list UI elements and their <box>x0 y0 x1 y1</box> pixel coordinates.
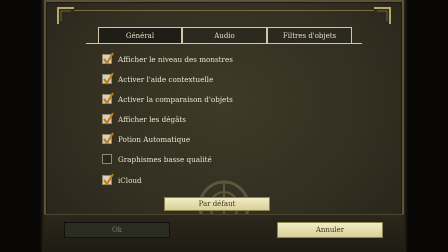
frame-top-line <box>74 10 374 11</box>
tab-label: Filtres d'objets <box>282 32 337 40</box>
option-label: iCloud <box>118 175 142 185</box>
option-show-damage[interactable]: Afficher les dégâts <box>102 112 186 126</box>
option-label: Activer la comparaison d'objets <box>118 94 233 104</box>
checkbox[interactable] <box>102 154 112 164</box>
checkmark-icon <box>103 132 114 145</box>
option-label: Activer l'aide contextuelle <box>118 74 214 84</box>
checkmark-icon <box>103 112 114 125</box>
checkmark-icon <box>103 52 114 65</box>
tab-label: Général <box>125 32 155 40</box>
checkbox[interactable] <box>102 72 114 85</box>
checkbox[interactable] <box>102 173 114 186</box>
ornament-corner-icon <box>372 6 392 26</box>
tab-general[interactable]: Général <box>98 27 182 44</box>
option-contextual-help[interactable]: Activer l'aide contextuelle <box>102 72 213 86</box>
options-panel <box>86 43 362 218</box>
tab-audio[interactable]: Audio <box>182 27 267 44</box>
checkmark-icon <box>103 72 114 85</box>
ornament-corner-icon <box>56 6 76 26</box>
checkbox[interactable] <box>102 112 114 125</box>
tab-item-filters[interactable]: Filtres d'objets <box>267 27 352 44</box>
option-label: Afficher les dégâts <box>118 114 186 124</box>
option-label: Afficher le niveau des monstres <box>118 54 233 64</box>
checkmark-icon <box>103 173 114 186</box>
ok-button[interactable]: Ok <box>64 222 170 238</box>
checkbox[interactable] <box>102 132 114 145</box>
checkbox[interactable] <box>102 52 114 65</box>
checkmark-icon <box>103 92 114 105</box>
settings-screen: Général Audio Filtres d'objets Afficher … <box>0 0 448 252</box>
cancel-button[interactable]: Annuler <box>277 222 383 238</box>
option-show-monster-level[interactable]: Afficher le niveau des monstres <box>102 52 233 66</box>
tab-label: Audio <box>214 32 235 40</box>
option-item-comparison[interactable]: Activer la comparaison d'objets <box>102 92 233 106</box>
option-label: Graphismes basse qualité <box>118 154 212 164</box>
checkbox[interactable] <box>102 92 114 105</box>
default-button[interactable]: Par défaut <box>164 197 270 211</box>
option-low-quality-graphics[interactable]: Graphismes basse qualité <box>102 152 212 166</box>
settings-tabs: Général Audio Filtres d'objets <box>98 27 352 44</box>
option-auto-potion[interactable]: Potion Automatique <box>102 132 190 146</box>
option-label: Potion Automatique <box>118 134 191 144</box>
option-icloud[interactable]: iCloud <box>102 173 142 187</box>
